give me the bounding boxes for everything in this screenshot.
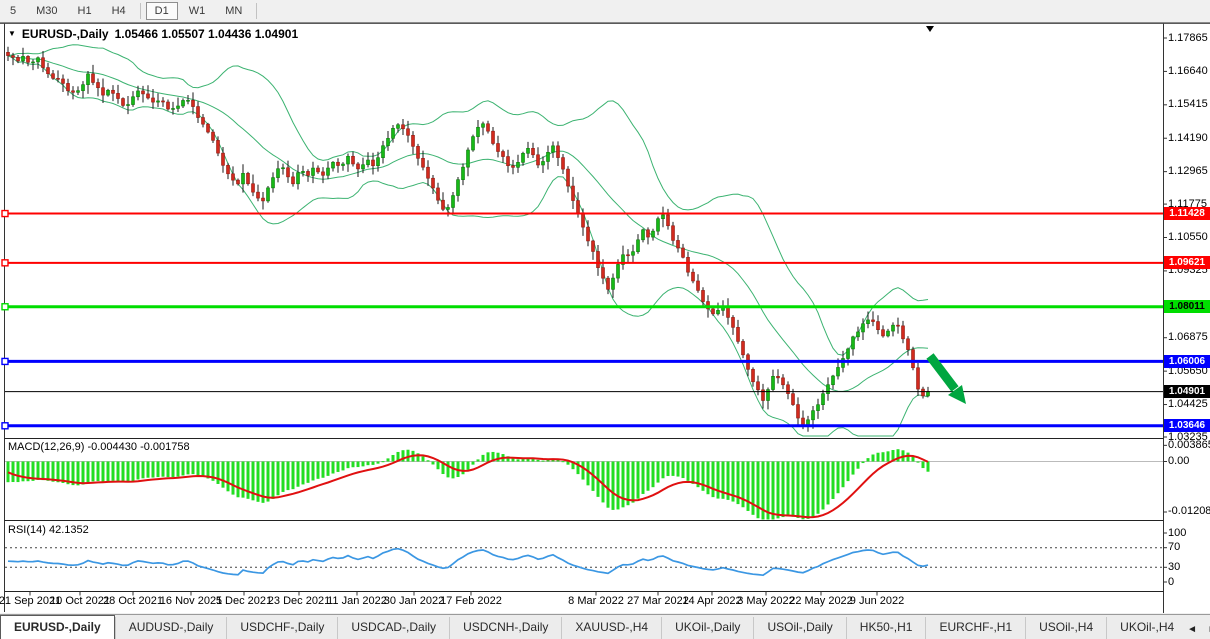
level-line-handle-icon[interactable] — [2, 260, 8, 266]
price-axis-tick: 1.04425 — [1168, 398, 1210, 411]
rsi-line — [8, 549, 928, 576]
chart-tab-usdcnh-daily[interactable]: USDCNH-,Daily — [449, 617, 561, 639]
date-axis-label: 22 May 2022 — [789, 595, 853, 607]
date-axis-label: 23 Dec 2021 — [268, 595, 330, 607]
level-line-handle-icon[interactable] — [2, 304, 8, 310]
bollinger-middle-band — [8, 56, 928, 392]
date-axis-label: 10 Oct 2021 — [50, 595, 110, 607]
rsi-axis-tick: 30 — [1168, 561, 1210, 574]
chart-tab-hk50-h1[interactable]: HK50-,H1 — [846, 617, 926, 639]
date-axis-label: 27 Mar 2022 — [627, 595, 689, 607]
level-line-handle-icon[interactable] — [2, 423, 8, 429]
bollinger-lower-band — [8, 56, 928, 436]
price-axis-tick: 1.15415 — [1168, 98, 1210, 111]
chart-symbol-label: EURUSD-,Daily — [22, 27, 109, 41]
date-axis-label: 17 Feb 2022 — [440, 595, 502, 607]
chart-tab-usoil-h4[interactable]: USOil-,H4 — [1025, 617, 1106, 639]
price-level-badge: 1.06006 — [1164, 355, 1210, 368]
chart-tab-ukoil-h4[interactable]: UKOil-,H4 — [1106, 617, 1187, 639]
date-axis-label: 30 Jan 2022 — [384, 595, 445, 607]
symbol-tab-bar: EURUSD-,DailyAUDUSD-,DailyUSDCHF-,DailyU… — [0, 614, 1210, 639]
date-axis-label: 8 Mar 2022 — [568, 595, 624, 607]
date-axis-label: 3 May 2022 — [737, 595, 794, 607]
macd-axis-tick: 0.00 — [1168, 455, 1210, 468]
price-axis-tick: 1.17865 — [1168, 32, 1210, 45]
bollinger-upper-band — [8, 45, 928, 355]
rsi-axis-tick: 100 — [1168, 527, 1210, 540]
tab-scroll-controls: ◄ ► — [1187, 624, 1210, 639]
chart-ohlc-values: 1.05466 1.05507 1.04436 1.04901 — [115, 27, 299, 41]
price-level-badge: 1.11428 — [1164, 207, 1210, 220]
chart-tab-ukoil-daily[interactable]: UKOil-,Daily — [661, 617, 753, 639]
price-level-badge: 1.08011 — [1164, 300, 1210, 313]
chart-tab-usoil-daily[interactable]: USOil-,Daily — [753, 617, 845, 639]
date-axis-label: 5 Dec 2021 — [216, 595, 272, 607]
macd-histogram — [7, 449, 930, 519]
trading-app-window: 5M30H1H4D1W1MN ▼ EURUSD-,Daily 1.05466 1… — [0, 0, 1210, 639]
price-level-badge: 1.03646 — [1164, 419, 1210, 432]
symbol-tabs: EURUSD-,DailyAUDUSD-,DailyUSDCHF-,DailyU… — [0, 615, 1187, 639]
price-axis-tick: 1.06875 — [1168, 331, 1210, 344]
price-axis-tick: 1.10550 — [1168, 231, 1210, 244]
chart-tab-usdchf-daily[interactable]: USDCHF-,Daily — [226, 617, 337, 639]
level-line-handle-icon[interactable] — [2, 358, 8, 364]
macd-axis-tick: 0.003865 — [1168, 439, 1210, 452]
tab-scroll-left-icon[interactable]: ◄ — [1187, 624, 1197, 635]
macd-axis-tick: -0.01208 — [1168, 505, 1210, 518]
price-axis-tick: 1.14190 — [1168, 132, 1210, 145]
level-line-handle-icon[interactable] — [2, 211, 8, 217]
price-axis-tick: 1.12965 — [1168, 165, 1210, 178]
date-axis-label: 11 Jan 2022 — [327, 595, 387, 607]
current-price-badge: 1.04901 — [1164, 385, 1210, 398]
rsi-axis-tick: 0 — [1168, 576, 1210, 589]
rsi-indicator-label: RSI(14) 42.1352 — [8, 524, 89, 536]
price-axis-tick: 1.16640 — [1168, 65, 1210, 78]
date-axis-label: 9 Jun 2022 — [850, 595, 904, 607]
macd-indicator-label: MACD(12,26,9) -0.004430 -0.001758 — [8, 441, 190, 453]
date-axis-label: 28 Oct 2021 — [103, 595, 163, 607]
chart-tab-xauusd-h4[interactable]: XAUUSD-,H4 — [561, 617, 661, 639]
chart-shift-marker-icon — [926, 26, 934, 32]
candlestick-series — [7, 47, 930, 432]
rsi-axis-tick: 70 — [1168, 541, 1210, 554]
chart-tab-usdcad-daily[interactable]: USDCAD-,Daily — [337, 617, 449, 639]
chart-graphics — [0, 0, 1210, 639]
dropdown-triangle-icon[interactable]: ▼ — [8, 29, 16, 38]
price-level-badge: 1.09621 — [1164, 256, 1210, 269]
chart-tab-eurusd-daily[interactable]: EURUSD-,Daily — [0, 615, 115, 639]
date-axis-label: 16 Nov 2021 — [160, 595, 222, 607]
chart-title: ▼ EURUSD-,Daily 1.05466 1.05507 1.04436 … — [8, 27, 298, 41]
chart-tab-eurchf-h1[interactable]: EURCHF-,H1 — [925, 617, 1025, 639]
date-axis-label: 14 Apr 2022 — [682, 595, 741, 607]
chart-tab-audusd-daily[interactable]: AUDUSD-,Daily — [115, 617, 227, 639]
